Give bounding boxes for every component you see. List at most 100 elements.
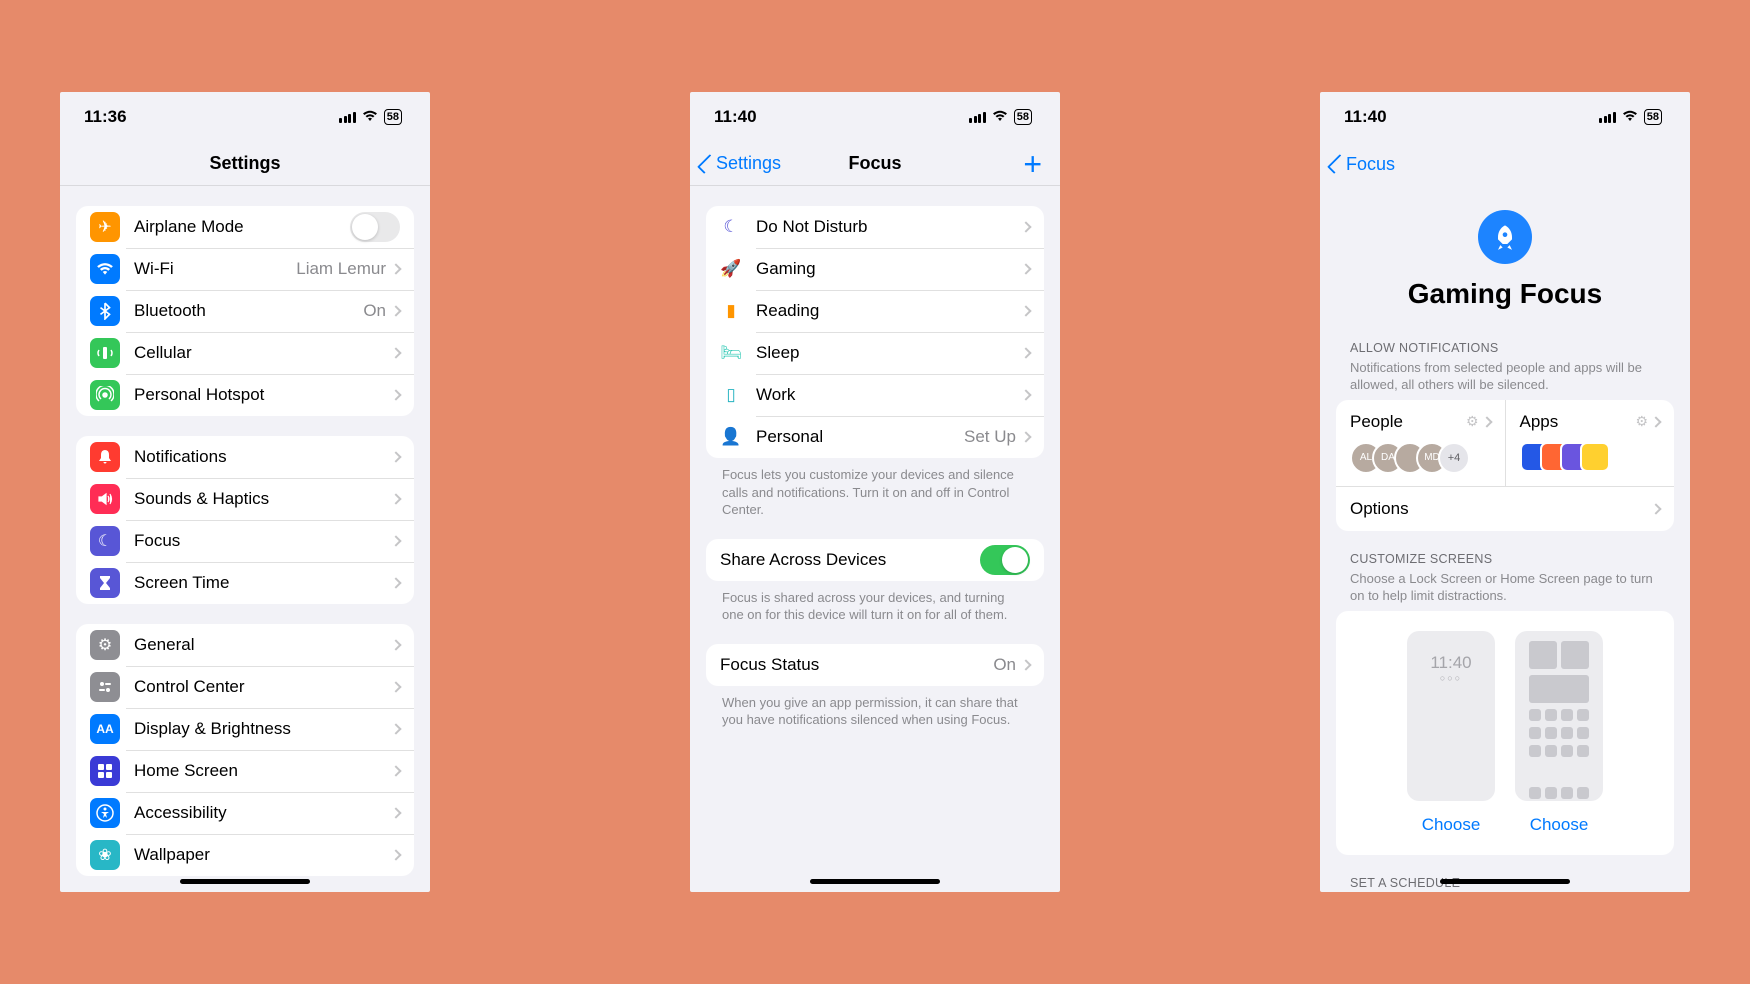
people-settings-icon[interactable]: ⚙ xyxy=(1466,413,1491,430)
row-do-not-disturb[interactable]: ☾Do Not Disturb xyxy=(706,206,1044,248)
row-display-brightness[interactable]: AA Display & Brightness xyxy=(76,708,414,750)
row-icon: 👤 xyxy=(720,426,742,448)
row-label: Control Center xyxy=(134,677,392,697)
row-icon: ▮ xyxy=(720,300,742,322)
status-right: 58 xyxy=(1599,109,1662,125)
set-schedule-header: SET A SCHEDULE xyxy=(1336,855,1674,892)
row-sounds-haptics[interactable]: Sounds & Haptics xyxy=(76,478,414,520)
back-button[interactable]: Focus xyxy=(1332,154,1395,175)
page-title: Focus xyxy=(848,153,901,174)
chevron-right-icon xyxy=(1020,659,1031,670)
row-icon: ▯ xyxy=(720,384,742,406)
share-toggle[interactable] xyxy=(980,545,1030,575)
row-icon: AA xyxy=(90,714,120,744)
options-label: Options xyxy=(1350,499,1652,519)
chevron-right-icon xyxy=(390,681,401,692)
row-value: Set Up xyxy=(964,427,1016,447)
choose-lock-screen[interactable]: Choose xyxy=(1407,815,1495,835)
chevron-left-icon xyxy=(697,154,717,174)
row-work[interactable]: ▯Work xyxy=(706,374,1044,416)
row-label: Personal xyxy=(756,427,964,447)
share-across-devices-row[interactable]: Share Across Devices xyxy=(706,539,1044,581)
people-label: People xyxy=(1350,412,1403,432)
status-bar: 11:36 58 xyxy=(60,92,430,142)
row-label: Sounds & Haptics xyxy=(134,489,392,509)
people-section[interactable]: People ⚙ ALDAMD+4 xyxy=(1336,400,1505,486)
row-icon xyxy=(90,484,120,514)
row-label: Wi-Fi xyxy=(134,259,296,279)
wifi-icon xyxy=(992,109,1008,125)
row-icon xyxy=(90,672,120,702)
row-home-screen[interactable]: Home Screen xyxy=(76,750,414,792)
row-wallpaper[interactable]: ❀Wallpaper xyxy=(76,834,414,876)
battery-icon: 58 xyxy=(1644,109,1662,125)
signal-icon xyxy=(1599,112,1616,123)
back-button[interactable]: Settings xyxy=(702,153,781,174)
row-icon xyxy=(90,380,120,410)
row-wi-fi[interactable]: Wi-FiLiam Lemur xyxy=(76,248,414,290)
wifi-icon xyxy=(362,109,378,125)
row-accessibility[interactable]: Accessibility xyxy=(76,792,414,834)
allow-notifications-header: ALLOW NOTIFICATIONS Notifications from s… xyxy=(1336,320,1674,400)
home-indicator[interactable] xyxy=(180,879,310,884)
chevron-right-icon xyxy=(390,389,401,400)
row-gaming[interactable]: 🚀Gaming xyxy=(706,248,1044,290)
row-reading[interactable]: ▮Reading xyxy=(706,290,1044,332)
row-label: Display & Brightness xyxy=(134,719,392,739)
home-indicator[interactable] xyxy=(1440,879,1570,884)
focus-status-group: Focus Status On xyxy=(706,644,1044,686)
row-icon: ✈︎ xyxy=(90,212,120,242)
row-icon xyxy=(90,568,120,598)
row-label: Focus xyxy=(134,531,392,551)
choose-home-screen[interactable]: Choose xyxy=(1515,815,1603,835)
app-icon xyxy=(1580,442,1610,472)
row-focus[interactable]: ☾ Focus xyxy=(76,520,414,562)
home-indicator[interactable] xyxy=(810,879,940,884)
row-cellular[interactable]: Cellular xyxy=(76,332,414,374)
status-time: 11:40 xyxy=(714,107,757,127)
row-icon xyxy=(90,756,120,786)
row-label: Sleep xyxy=(756,343,1022,363)
gaming-focus-content: Gaming Focus ALLOW NOTIFICATIONS Notific… xyxy=(1320,186,1690,892)
row-sleep[interactable]: 🛏Sleep xyxy=(706,332,1044,374)
row-icon: ⚙ xyxy=(90,630,120,660)
row-label: Screen Time xyxy=(134,573,392,593)
share-footer: Focus is shared across your devices, and… xyxy=(706,581,1044,624)
chevron-left-icon xyxy=(1327,154,1347,174)
home-screen-thumb xyxy=(1515,631,1603,801)
settings-content: ✈︎ Airplane Mode Wi-FiLiam LemurBluetoothO… xyxy=(60,206,430,876)
row-icon xyxy=(90,442,120,472)
focus-status-row[interactable]: Focus Status On xyxy=(706,644,1044,686)
row-bluetooth[interactable]: BluetoothOn xyxy=(76,290,414,332)
home-screen-option[interactable]: Choose xyxy=(1515,631,1603,835)
apps-section[interactable]: Apps ⚙ xyxy=(1505,400,1675,486)
signal-icon xyxy=(339,112,356,123)
row-control-center[interactable]: Control Center xyxy=(76,666,414,708)
customize-screens-header: CUSTOMIZE SCREENS Choose a Lock Screen o… xyxy=(1336,531,1674,611)
row-personal-hotspot[interactable]: Personal Hotspot xyxy=(76,374,414,416)
options-row[interactable]: Options xyxy=(1336,486,1674,531)
group-connectivity: ✈︎ Airplane Mode Wi-FiLiam LemurBluetoothO… xyxy=(76,206,414,416)
row-label: Wallpaper xyxy=(134,845,392,865)
people-avatars: ALDAMD+4 xyxy=(1350,442,1491,474)
row-label: Airplane Mode xyxy=(134,217,350,237)
chevron-right-icon xyxy=(390,765,401,776)
status-time: 11:40 xyxy=(1344,107,1387,127)
add-button[interactable]: + xyxy=(1023,148,1042,180)
row-label: Notifications xyxy=(134,447,392,467)
lock-screen-option[interactable]: 11:40 ○○○ Choose xyxy=(1407,631,1495,835)
back-label: Focus xyxy=(1346,154,1395,175)
status-right: 58 xyxy=(339,109,402,125)
chevron-right-icon xyxy=(1020,431,1031,442)
row-screen-time[interactable]: Screen Time xyxy=(76,562,414,604)
toggle[interactable] xyxy=(350,212,400,242)
battery-icon: 58 xyxy=(1014,109,1032,125)
status-footer: When you give an app permission, it can … xyxy=(706,686,1044,729)
row-personal[interactable]: 👤 PersonalSet Up xyxy=(706,416,1044,458)
row-notifications[interactable]: Notifications xyxy=(76,436,414,478)
row-label: Accessibility xyxy=(134,803,392,823)
apps-settings-icon[interactable]: ⚙ xyxy=(1635,413,1660,430)
row-general[interactable]: ⚙General xyxy=(76,624,414,666)
row-icon: ☾ xyxy=(90,526,120,556)
row-airplane-mode[interactable]: ✈︎ Airplane Mode xyxy=(76,206,414,248)
